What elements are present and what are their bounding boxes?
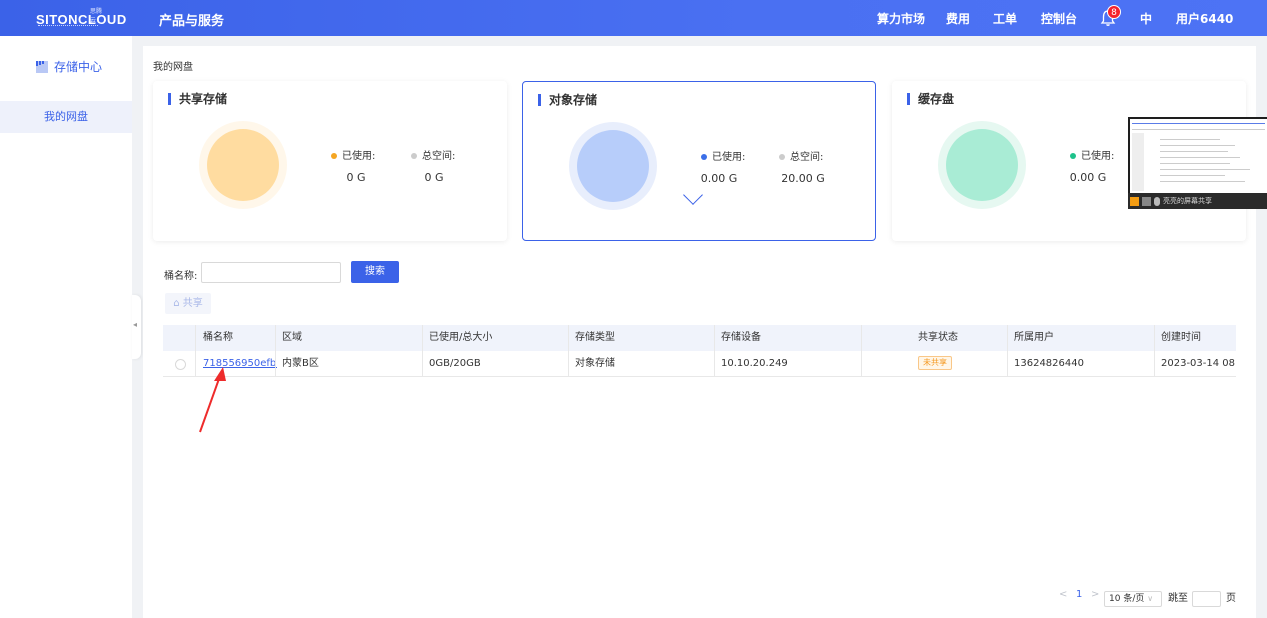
table-header: 桶名称 区域 已使用/总大小 存储类型 存储设备 共享状态 所属用户 创建时间 xyxy=(163,325,1236,351)
sidebar: 存储中心 我的网盘 xyxy=(0,36,132,618)
nav-compute-market[interactable]: 算力市场 xyxy=(877,10,925,27)
usage-circle xyxy=(938,121,1026,209)
screen-share-label: 亮亮的屏幕共享 xyxy=(1163,197,1212,205)
nav-console[interactable]: 控制台 xyxy=(1041,10,1077,27)
card-object-storage[interactable]: 对象存储 已使用: 总空间: 0.00 G 20.00 G xyxy=(522,81,876,241)
user-menu[interactable]: 用户6440 xyxy=(1176,10,1233,27)
used-value: 0.00 G xyxy=(700,172,738,185)
screen-share-thumbnail xyxy=(1130,119,1267,193)
chevron-down-icon: ∨ xyxy=(1147,594,1154,603)
total-legend: 总空间: xyxy=(411,147,455,162)
jump-page-input[interactable] xyxy=(1192,591,1221,607)
col-created-time: 创建时间 xyxy=(1161,332,1201,343)
nav-tickets[interactable]: 工单 xyxy=(993,10,1017,27)
sidebar-title: 存储中心 xyxy=(54,60,103,74)
products-menu[interactable]: 产品与服务 xyxy=(159,10,224,29)
card-title: 对象存储 xyxy=(538,94,597,106)
microphone-icon xyxy=(1154,196,1160,206)
nav-billing[interactable]: 费用 xyxy=(946,10,970,27)
logo-sup: 思腾云 xyxy=(90,8,103,24)
logo-dots xyxy=(38,25,98,26)
page-size-select[interactable]: 10 条/页 ∨ xyxy=(1104,591,1162,607)
search-label: 桶名称: xyxy=(164,271,198,282)
bucket-name-search-input[interactable] xyxy=(201,262,341,283)
page-size-value: 10 条/页 xyxy=(1109,594,1145,604)
pagination-page-1[interactable]: 1 xyxy=(1076,589,1082,600)
sidebar-item-my-disk[interactable]: 我的网盘 xyxy=(0,101,132,133)
jump-label: 跳至 xyxy=(1168,593,1188,604)
col-region: 区域 xyxy=(282,332,302,343)
pagination-next[interactable]: > xyxy=(1091,589,1099,600)
cell-created-time: 2023-03-14 08:··· xyxy=(1161,358,1236,369)
home-icon: ⌂ xyxy=(173,298,180,309)
col-bucket-name: 桶名称 xyxy=(203,332,233,343)
total-value: 0 G xyxy=(424,171,444,184)
cell-storage-device: 10.10.20.249 xyxy=(721,358,788,369)
cell-owner: 13624826440 xyxy=(1014,358,1084,369)
card-title: 共享存储 xyxy=(168,93,227,105)
search-button[interactable]: 搜索 xyxy=(351,261,399,283)
sidebar-header: 存储中心 xyxy=(36,58,102,75)
used-legend: 已使用: xyxy=(331,147,375,162)
screen-share-bar: 亮亮的屏幕共享 xyxy=(1128,193,1267,209)
usage-circle xyxy=(199,121,287,209)
table-row[interactable]: 718556950efb··· 内蒙B区 0GB/20GB 对象存储 10.10… xyxy=(163,351,1236,377)
language-toggle[interactable]: 中 xyxy=(1140,10,1152,27)
breadcrumb: 我的网盘 xyxy=(153,62,193,73)
card-shared-storage[interactable]: 共享存储 已使用: 总空间: 0 G 0 G xyxy=(153,81,507,241)
user-icon xyxy=(1130,196,1139,206)
share-status-badge: 未共享 xyxy=(918,356,952,370)
col-storage-type: 存储类型 xyxy=(575,332,615,343)
annotation-arrow xyxy=(199,367,226,433)
total-value: 20.00 G xyxy=(781,172,825,185)
col-usage: 已使用/总大小 xyxy=(429,332,493,343)
pagination-prev[interactable]: < xyxy=(1059,589,1067,600)
usage-circle xyxy=(569,122,657,210)
screen-icon xyxy=(1142,196,1151,206)
notification-badge: 8 xyxy=(1107,5,1121,19)
cell-region: 内蒙B区 xyxy=(282,358,319,369)
cell-usage: 0GB/20GB xyxy=(429,358,481,369)
screen-share-preview[interactable]: 亮亮的屏幕共享 xyxy=(1128,117,1267,209)
collapse-arrow-icon: ◂ xyxy=(133,320,138,329)
row-select-radio[interactable] xyxy=(175,359,186,370)
used-value: 0.00 G xyxy=(1069,171,1107,184)
col-storage-device: 存储设备 xyxy=(721,332,761,343)
page-unit-label: 页 xyxy=(1226,593,1236,604)
used-value: 0 G xyxy=(346,171,366,184)
card-title: 缓存盘 xyxy=(907,93,954,105)
share-button[interactable]: ⌂ 共享 xyxy=(165,293,211,314)
top-bar: SITONCLOUD 思腾云 产品与服务 算力市场 费用 工单 控制台 8 中 … xyxy=(0,0,1267,36)
total-legend: 总空间: xyxy=(779,148,823,163)
sidebar-collapse-handle[interactable]: ◂ xyxy=(132,295,141,359)
used-legend: 已使用: xyxy=(1070,147,1114,162)
col-share-status: 共享状态 xyxy=(918,332,958,343)
cell-storage-type: 对象存储 xyxy=(575,358,615,369)
logo[interactable]: SITONCLOUD 思腾云 xyxy=(36,8,126,28)
used-legend: 已使用: xyxy=(701,148,745,163)
share-button-label: 共享 xyxy=(182,298,203,309)
main-content: 我的网盘 共享存储 已使用: 总空间: 0 G 0 G 对象存储 已使用: 总空… xyxy=(143,46,1256,618)
col-owner: 所属用户 xyxy=(1014,332,1054,343)
storage-icon xyxy=(36,60,48,73)
